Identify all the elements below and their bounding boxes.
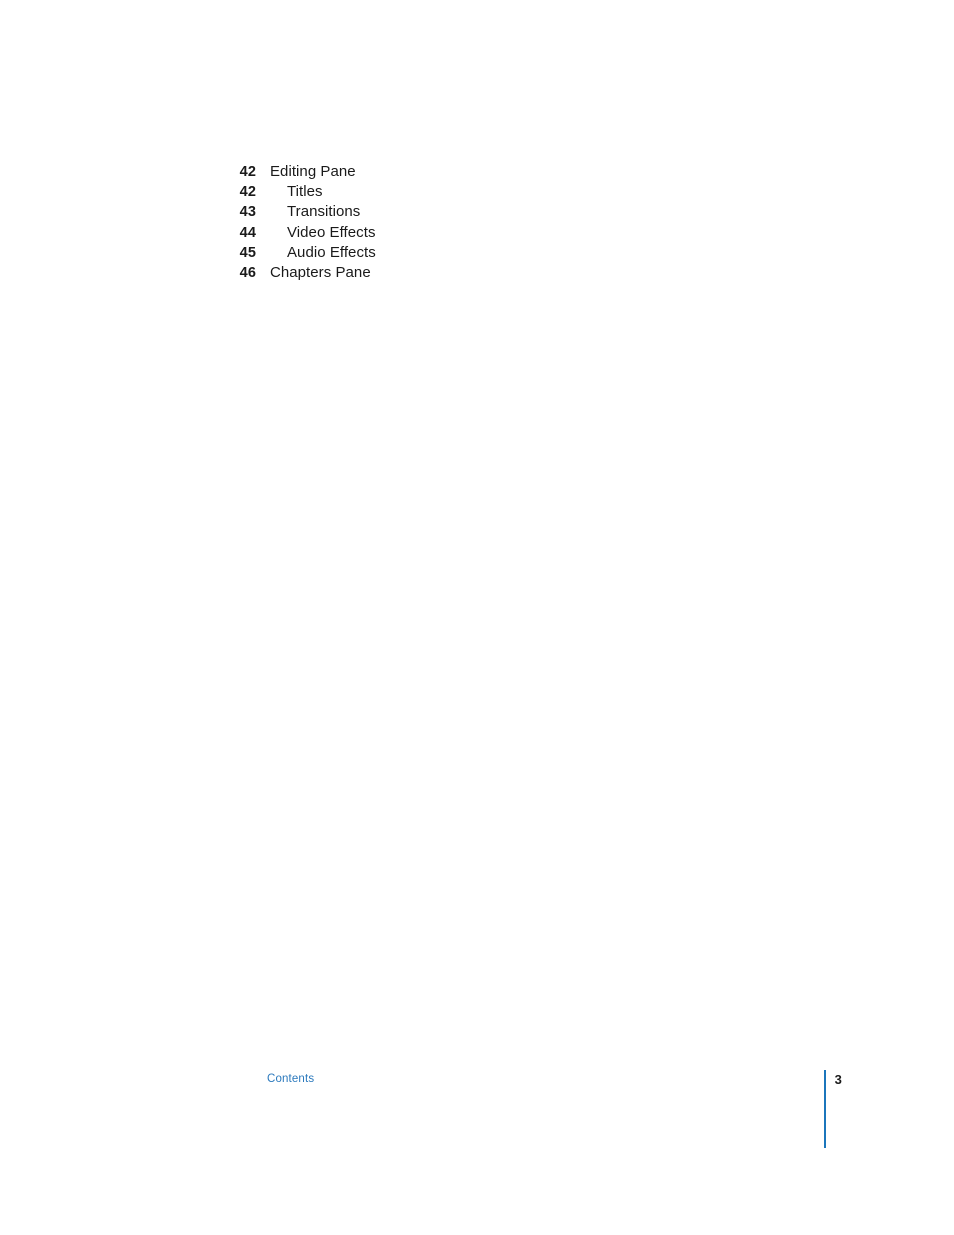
toc-entry[interactable]: 42 Titles: [0, 182, 954, 202]
toc-page-number: 42: [239, 164, 256, 180]
page-folio: 3: [824, 1070, 842, 1148]
table-of-contents: 42 Editing Pane 42 Titles 43 Transitions…: [0, 162, 954, 283]
footer-section-label: Contents: [267, 1073, 315, 1085]
toc-entry-label: Titles: [287, 183, 323, 201]
toc-page-number: 46: [239, 264, 256, 281]
toc-entry[interactable]: 45 Audio Effects: [0, 243, 954, 263]
toc-entry[interactable]: 43 Transitions: [0, 202, 954, 222]
toc-entry-label: Video Effects: [287, 223, 376, 241]
toc-page-number: 43: [239, 204, 256, 221]
toc-page-number: 45: [239, 244, 256, 261]
toc-page-number: 42: [239, 184, 256, 201]
toc-entry[interactable]: 44 Video Effects: [0, 223, 954, 243]
toc-page-number: 44: [239, 224, 256, 241]
toc-entry[interactable]: 46 Chapters Pane: [0, 263, 954, 283]
toc-entry[interactable]: 42 Editing Pane: [0, 162, 954, 182]
toc-entry-label: Editing Pane: [270, 163, 356, 180]
page-number: 3: [834, 1072, 843, 1087]
folio-rule: [824, 1070, 826, 1148]
toc-entry-label: Transitions: [287, 203, 361, 221]
toc-entry-label: Audio Effects: [287, 243, 376, 261]
toc-entry-label: Chapters Pane: [270, 263, 371, 281]
document-page: 42 Editing Pane 42 Titles 43 Transitions…: [0, 0, 954, 1235]
